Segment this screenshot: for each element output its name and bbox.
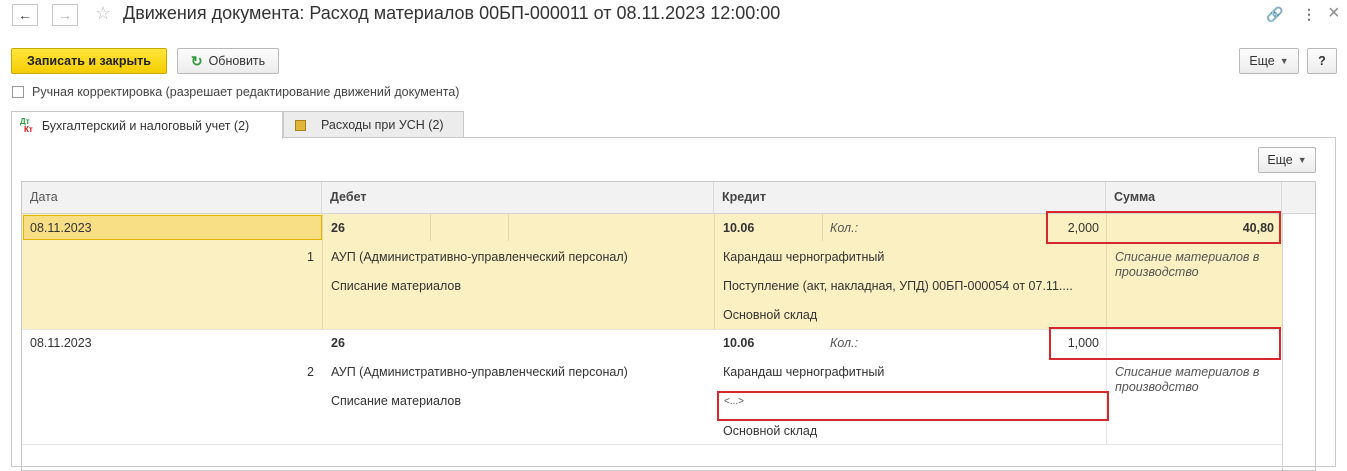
tab-usn-label: Расходы при УСН (2) xyxy=(321,118,444,132)
tab-usn-expenses[interactable]: Расходы при УСН (2) xyxy=(283,111,464,138)
back-icon: ← xyxy=(18,7,32,23)
highlight-box-row1-qty-amount xyxy=(1046,211,1281,244)
more-button[interactable]: Еще ▼ xyxy=(1239,48,1299,74)
tab-accounting-label: Бухгалтерский и налоговый учет (2) xyxy=(41,118,250,133)
link-icon[interactable]: 🔗 xyxy=(1266,6,1283,23)
highlight-box-row2-empty-subconto xyxy=(717,391,1109,421)
window-title: Движения документа: Расход материалов 00… xyxy=(123,3,781,23)
help-button[interactable]: ? xyxy=(1307,48,1337,74)
movement-description: Списание материалов в производство xyxy=(1115,250,1260,279)
credit-subconto-3: Основной склад xyxy=(723,424,818,438)
credit-subconto-1: Карандаш чернографитный xyxy=(723,250,885,264)
tab-accounting[interactable]: Дт Кт Бухгалтерский и налоговый учет (2) xyxy=(11,111,283,139)
help-label: ? xyxy=(1318,54,1326,68)
more-menu-icon[interactable]: ⋮ xyxy=(1302,6,1316,23)
forward-icon: → xyxy=(58,7,72,23)
credit-account: 10.06 xyxy=(723,336,755,350)
qty-label: Кол.: xyxy=(830,221,859,235)
credit-subconto-2: Поступление (акт, накладная, УПД) 00БП-0… xyxy=(723,279,1073,293)
credit-subconto-3: Основной склад xyxy=(723,308,818,322)
row-date: 08.11.2023 xyxy=(30,221,92,235)
favorite-star-icon[interactable]: ☆ xyxy=(95,3,111,24)
debit-subconto-1: АУП (Административно-управленческий перс… xyxy=(331,365,628,379)
movement-description: Списание материалов в производство xyxy=(1115,365,1260,394)
dt-kt-icon: Дт Кт xyxy=(20,116,33,134)
debit-subconto-1: АУП (Административно-управленческий перс… xyxy=(331,250,628,264)
row-date: 08.11.2023 xyxy=(30,336,92,350)
row-number: 2 xyxy=(307,365,314,379)
manual-correction-checkbox[interactable] xyxy=(12,86,24,98)
column-header-amount[interactable]: Сумма xyxy=(1106,182,1282,214)
credit-subconto-1: Карандаш чернографитный xyxy=(723,365,885,379)
close-icon[interactable]: × xyxy=(1328,2,1340,25)
save-close-label: Записать и закрыть xyxy=(27,54,151,68)
qty-label: Кол.: xyxy=(830,336,859,350)
column-header-debit[interactable]: Дебет xyxy=(322,182,714,214)
chevron-down-icon: ▼ xyxy=(1297,155,1307,165)
credit-account: 10.06 xyxy=(723,221,755,235)
table-more-label: Еще xyxy=(1267,153,1293,167)
debit-subconto-2: Списание материалов xyxy=(331,394,462,408)
debit-account: 26 xyxy=(331,336,345,350)
manual-correction-label: Ручная корректировка (разрешает редактир… xyxy=(32,85,460,99)
refresh-button[interactable]: ↻ Обновить xyxy=(177,48,279,74)
refresh-label: Обновить xyxy=(208,54,266,68)
debit-subconto-2: Списание материалов xyxy=(331,279,462,293)
table-more-button[interactable]: Еще ▼ xyxy=(1258,147,1316,173)
save-close-button[interactable]: Записать и закрыть xyxy=(11,48,167,74)
refresh-icon: ↻ xyxy=(190,52,203,69)
column-header-credit[interactable]: Кредит xyxy=(714,182,1106,214)
debit-account: 26 xyxy=(331,221,345,235)
chevron-down-icon: ▼ xyxy=(1279,56,1289,66)
more-label: Еще xyxy=(1249,54,1275,68)
highlight-box-row2-qty-amount xyxy=(1049,327,1281,360)
back-button[interactable]: ← xyxy=(12,4,38,26)
row-number: 1 xyxy=(307,250,314,264)
usn-icon xyxy=(295,119,306,131)
forward-button[interactable]: → xyxy=(52,4,78,26)
column-header-date[interactable]: Дата xyxy=(22,182,322,214)
column-header-spacer xyxy=(1282,182,1315,214)
